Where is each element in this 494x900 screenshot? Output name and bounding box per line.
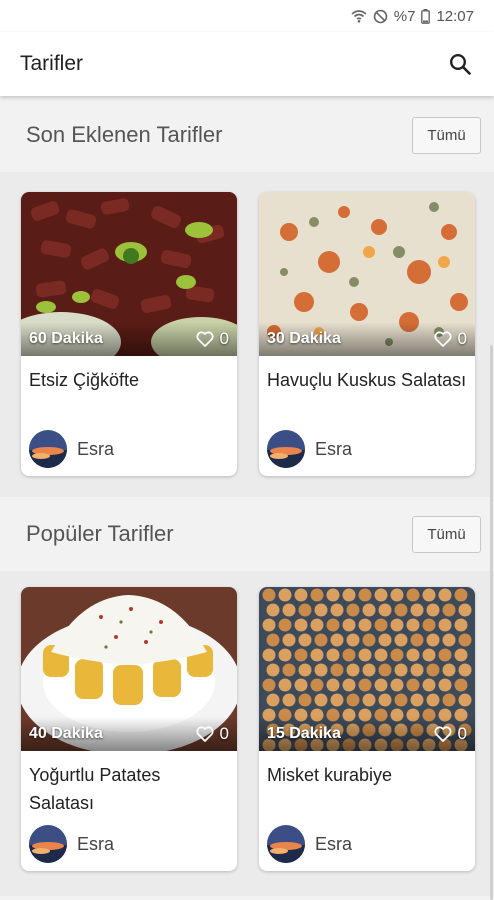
avatar (29, 825, 67, 863)
battery-percent: %7 (393, 7, 416, 25)
app-bar: Tarifler (0, 32, 494, 96)
recipe-image: 60 Dakika 0 (21, 192, 237, 356)
status-bar: %7 12:07 (0, 0, 494, 32)
clock: 12:07 (436, 7, 474, 25)
recipe-list: 60 Dakika 0 Etsiz Çiğköfte Esra 30 Dakik… (0, 172, 494, 497)
recipe-duration: 30 Dakika (267, 330, 341, 347)
recipe-image: 15 Dakika 0 (259, 587, 475, 751)
like-count: 0 (219, 329, 229, 348)
recipe-image-overlay: 15 Dakika 0 (259, 717, 475, 751)
recipe-author: Esra (267, 825, 352, 863)
section-recent-recipes: Son Eklenen Tarifler Tümü 60 Dakika 0 Et… (0, 98, 494, 497)
recipe-title: Etsiz Çiğköfte (29, 370, 140, 390)
wifi-icon (351, 10, 367, 23)
recipe-likes[interactable]: 0 (433, 329, 467, 349)
section-title: Popüler Tarifler (26, 521, 174, 546)
recipe-author: Esra (267, 430, 352, 468)
battery-icon (421, 8, 431, 24)
section-popular-recipes: Popüler Tarifler Tümü 40 Dakika 0 Yoğurt… (0, 497, 494, 896)
recipe-card[interactable]: 30 Dakika 0 Havuçlu Kuskus Salatası Esra (259, 192, 475, 476)
recipe-card[interactable]: 60 Dakika 0 Etsiz Çiğköfte Esra (21, 192, 237, 476)
do-not-disturb-icon (373, 9, 388, 23)
search-icon (449, 53, 471, 75)
like-count: 0 (457, 329, 467, 348)
see-all-button[interactable]: Tümü (412, 515, 481, 553)
heart-icon (433, 726, 452, 742)
recipe-list: 40 Dakika 0 Yoğurtlu Patates Salatası Es… (0, 571, 494, 896)
avatar (267, 825, 305, 863)
recipe-title: Havuçlu Kuskus Salatası (267, 370, 467, 390)
recipe-image-overlay: 30 Dakika 0 (259, 322, 475, 356)
author-name: Esra (77, 438, 115, 459)
recipe-author: Esra (29, 825, 114, 863)
recipe-title: Misket kurabiye (267, 765, 393, 785)
author-name: Esra (315, 833, 353, 854)
recipe-duration: 15 Dakika (267, 725, 341, 742)
search-button[interactable] (444, 48, 476, 80)
heart-icon (433, 331, 452, 347)
recipe-image: 40 Dakika 0 (21, 587, 237, 751)
heart-icon (195, 331, 214, 347)
author-name: Esra (315, 438, 353, 459)
recipe-likes[interactable]: 0 (195, 724, 229, 744)
avatar (267, 430, 305, 468)
recipe-image-overlay: 60 Dakika 0 (21, 322, 237, 356)
recipe-duration: 40 Dakika (29, 725, 103, 742)
recipe-card[interactable]: 15 Dakika 0 Misket kurabiye Esra (259, 587, 475, 871)
recipe-image-overlay: 40 Dakika 0 (21, 717, 237, 751)
recipe-author: Esra (29, 430, 114, 468)
scrollbar[interactable] (490, 345, 493, 900)
section-title: Son Eklenen Tarifler (26, 122, 223, 147)
recipe-likes[interactable]: 0 (433, 724, 467, 744)
avatar (29, 430, 67, 468)
like-count: 0 (219, 724, 229, 743)
recipe-image: 30 Dakika 0 (259, 192, 475, 356)
page-title: Tarifler (20, 52, 84, 75)
heart-icon (195, 726, 214, 742)
like-count: 0 (457, 724, 467, 743)
section-header: Son Eklenen Tarifler Tümü (0, 98, 494, 172)
author-name: Esra (77, 833, 115, 854)
recipe-title: Yoğurtlu Patates Salatası (29, 765, 161, 813)
recipe-likes[interactable]: 0 (195, 329, 229, 349)
recipe-duration: 60 Dakika (29, 330, 103, 347)
recipe-card[interactable]: 40 Dakika 0 Yoğurtlu Patates Salatası Es… (21, 587, 237, 871)
see-all-button[interactable]: Tümü (412, 116, 481, 154)
section-header: Popüler Tarifler Tümü (0, 497, 494, 571)
